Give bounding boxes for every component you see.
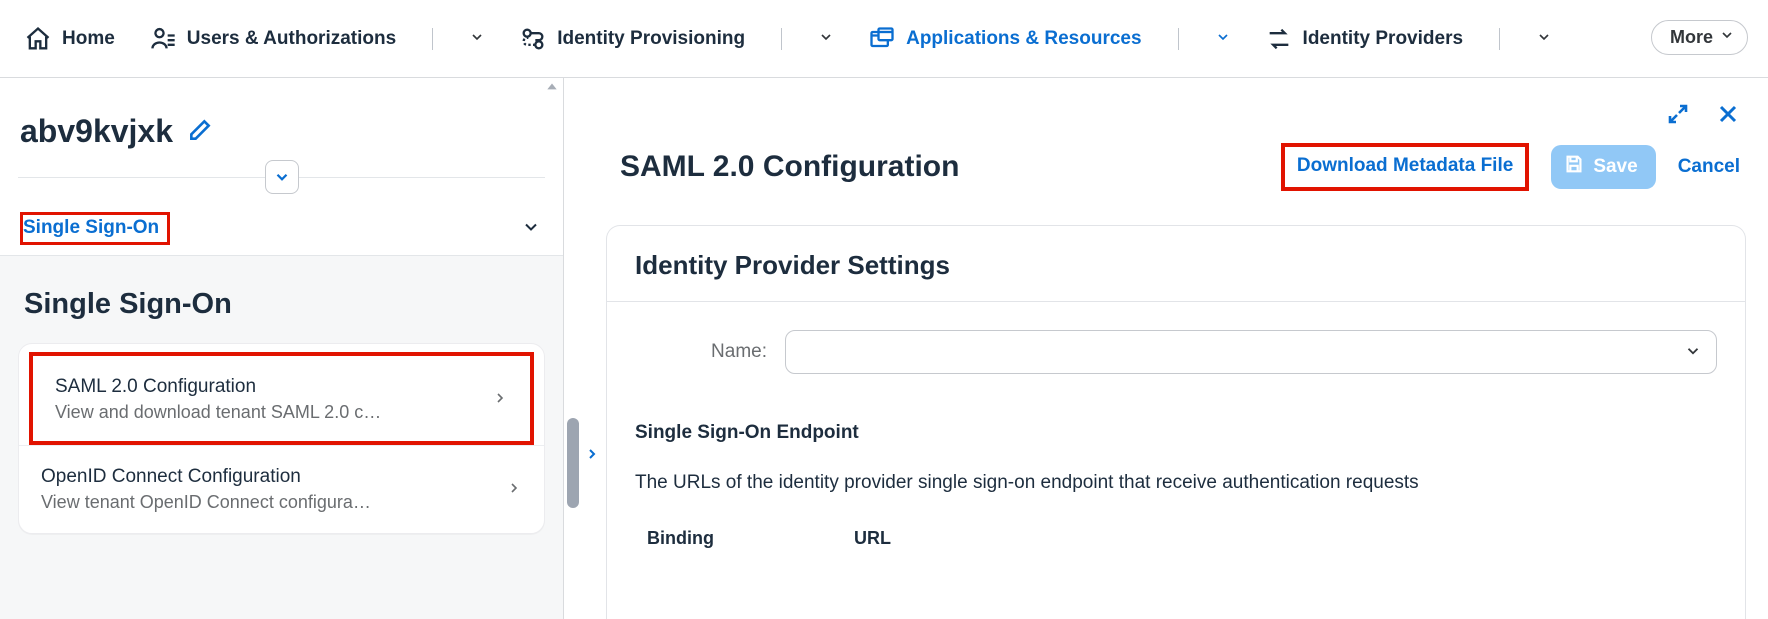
- main-area: abv9kvjxk Single Sign-On Single Sign-On: [0, 78, 1768, 619]
- sso-heading: Single Sign-On: [24, 288, 539, 321]
- nav-home[interactable]: Home: [24, 25, 115, 53]
- collapse-toggle-button[interactable]: [265, 160, 299, 194]
- left-panel: abv9kvjxk Single Sign-On Single Sign-On: [0, 78, 564, 619]
- chevron-down-icon: [1719, 27, 1735, 48]
- chevron-right-icon: [492, 390, 508, 409]
- save-icon: [1563, 153, 1585, 181]
- nav-provisioning-label: Identity Provisioning: [557, 28, 745, 50]
- name-form-row: Name:: [607, 302, 1745, 384]
- nav-separator: [432, 28, 433, 50]
- tab-sso-label: Single Sign-On: [20, 212, 170, 245]
- expand-panel-button[interactable]: [584, 446, 600, 465]
- nav-users[interactable]: Users & Authorizations: [149, 25, 396, 53]
- sso-section: Single Sign-On SAML 2.0 Configuration Vi…: [0, 256, 563, 619]
- name-select[interactable]: [785, 330, 1717, 374]
- users-auth-icon: [149, 25, 177, 53]
- save-label: Save: [1593, 156, 1637, 178]
- chevron-down-icon: [1684, 342, 1702, 363]
- nav-users-label: Users & Authorizations: [187, 28, 396, 50]
- tab-single-sign-on[interactable]: Single Sign-On: [0, 200, 563, 256]
- nav-more-label: More: [1670, 27, 1713, 48]
- home-icon: [24, 25, 52, 53]
- sso-item-saml[interactable]: SAML 2.0 Configuration View and download…: [29, 352, 534, 445]
- applications-icon: [868, 25, 896, 53]
- nav-idp-dropdown[interactable]: [1536, 29, 1552, 48]
- right-title-row: SAML 2.0 Configuration Download Metadata…: [600, 135, 1746, 225]
- nav-users-dropdown[interactable]: [469, 29, 485, 48]
- right-header-icons: [600, 78, 1746, 135]
- top-navigation: Home Users & Authorizations Identity Pro…: [0, 0, 1768, 78]
- chevron-down-icon: [521, 217, 541, 240]
- nav-idp-label: Identity Providers: [1303, 28, 1464, 50]
- fullscreen-button[interactable]: [1666, 102, 1690, 129]
- download-metadata-link[interactable]: Download Metadata File: [1281, 143, 1529, 191]
- nav-separator: [1499, 28, 1500, 50]
- sso-item-oidc[interactable]: OpenID Connect Configuration View tenant…: [19, 445, 544, 531]
- nav-separator: [781, 28, 782, 50]
- col-binding: Binding: [647, 528, 714, 549]
- sso-endpoint-description: The URLs of the identity provider single…: [607, 452, 1745, 514]
- name-label: Name:: [635, 341, 785, 363]
- collapse-divider: [18, 162, 545, 192]
- application-name: abv9kvjxk: [20, 113, 173, 150]
- scrollbar-thumb[interactable]: [567, 418, 579, 508]
- cancel-button[interactable]: Cancel: [1678, 156, 1740, 178]
- nav-apps[interactable]: Applications & Resources: [868, 25, 1141, 53]
- nav-apps-label: Applications & Resources: [906, 28, 1141, 50]
- save-button[interactable]: Save: [1551, 145, 1655, 189]
- identity-provider-settings-card: Identity Provider Settings Name: Single …: [606, 225, 1746, 619]
- nav-more[interactable]: More: [1651, 20, 1748, 55]
- app-title-row: abv9kvjxk: [0, 97, 563, 152]
- chevron-right-icon: [506, 480, 522, 499]
- sso-item-title: SAML 2.0 Configuration: [55, 376, 381, 398]
- sso-endpoint-heading: Single Sign-On Endpoint: [607, 384, 1745, 452]
- right-actions: Download Metadata File Save Cancel: [1281, 143, 1740, 191]
- endpoint-table-header: Binding URL: [607, 514, 1745, 549]
- nav-provisioning-dropdown[interactable]: [818, 29, 834, 48]
- right-panel: SAML 2.0 Configuration Download Metadata…: [600, 78, 1768, 619]
- page-title: SAML 2.0 Configuration: [620, 150, 959, 184]
- panel-gutter: [564, 78, 600, 619]
- nav-separator: [1178, 28, 1179, 50]
- nav-apps-dropdown[interactable]: [1215, 29, 1231, 48]
- edit-name-button[interactable]: [187, 117, 213, 146]
- col-url: URL: [854, 528, 891, 549]
- provisioning-icon: [519, 25, 547, 53]
- sso-item-desc: View tenant OpenID Connect configura…: [41, 492, 371, 513]
- nav-idp[interactable]: Identity Providers: [1265, 25, 1464, 53]
- sso-item-title: OpenID Connect Configuration: [41, 466, 371, 488]
- scroll-up-hint-icon: [545, 80, 559, 97]
- sso-item-desc: View and download tenant SAML 2.0 c…: [55, 402, 381, 423]
- nav-provisioning[interactable]: Identity Provisioning: [519, 25, 745, 53]
- idp-icon: [1265, 25, 1293, 53]
- sso-card: SAML 2.0 Configuration View and download…: [18, 343, 545, 534]
- nav-home-label: Home: [62, 28, 115, 50]
- idp-settings-heading: Identity Provider Settings: [607, 226, 1745, 302]
- close-button[interactable]: [1716, 102, 1740, 129]
